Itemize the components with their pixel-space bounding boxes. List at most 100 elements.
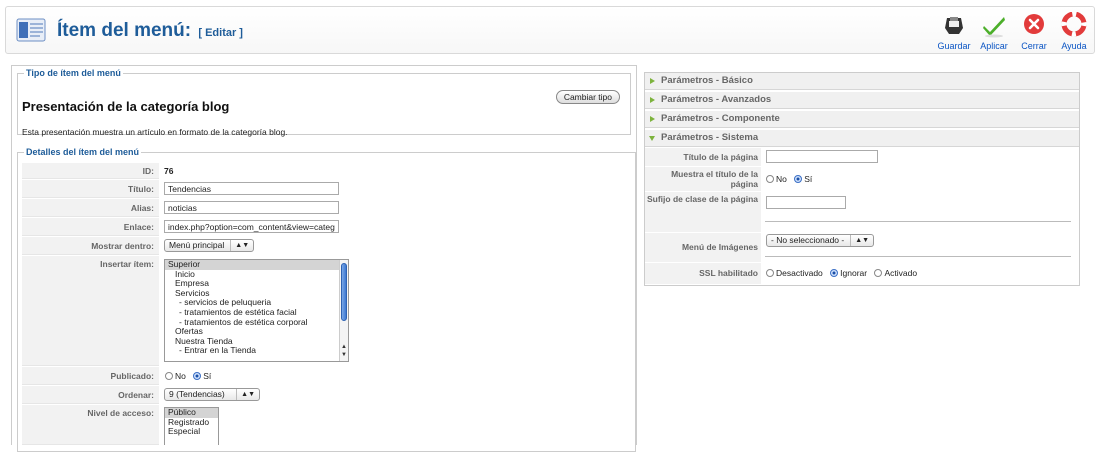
- access-label: Nivel de acceso:: [22, 405, 159, 445]
- menu-value-cell: Menú principal ▲▼: [163, 237, 633, 255]
- select-arrows-icon: ▲▼: [850, 235, 869, 246]
- divider: [765, 256, 1071, 257]
- menu-select[interactable]: Menú principal ▲▼: [164, 239, 255, 252]
- published-row: Publicado: No Sí: [22, 367, 633, 385]
- params-system-title: Parámetros - Sistema: [661, 132, 759, 143]
- list-item[interactable]: - Entrar en la Tienda: [165, 346, 348, 356]
- list-item[interactable]: Especial: [165, 427, 218, 437]
- change-type-button[interactable]: Cambiar tipo: [555, 90, 620, 104]
- insert-value-cell: Superior Inicio Empresa Servicios - serv…: [163, 256, 633, 366]
- select-arrows-icon: ▲▼: [236, 389, 255, 400]
- order-select-value: 9 (Tendencias): [169, 389, 225, 399]
- page-title-text: Ítem del menú:: [57, 20, 192, 41]
- title-label: Título:: [22, 180, 159, 198]
- title-value-cell: Tendencias: [163, 180, 633, 198]
- menu-select-value: Menú principal: [169, 240, 225, 250]
- suffix-row: Sufijo de clase de la página: [645, 192, 1079, 232]
- suffix-label: Sufijo de clase de la página: [645, 192, 761, 232]
- ssl-label: SSL habilitado: [645, 263, 761, 284]
- id-value: 76: [164, 166, 174, 176]
- show-title-no-label: No: [776, 174, 787, 184]
- show-title-row: Muestra el título de la página No Sí: [645, 167, 1079, 191]
- list-scrollbar[interactable]: ▲ ▼: [339, 260, 348, 361]
- help-label: Ayuda: [1061, 41, 1087, 51]
- published-yes-radio[interactable]: [193, 372, 202, 380]
- page-title-value-cell: [765, 148, 1075, 166]
- image-menu-value-cell: - No seleccionado - ▲▼: [765, 233, 1075, 262]
- page-title-row: Título de la página: [645, 148, 1079, 166]
- ssl-options: Desactivado Ignorar Activado: [765, 263, 1075, 284]
- image-menu-label: Menú de Imágenes: [645, 233, 761, 262]
- order-value-cell: 9 (Tendencias) ▲▼: [163, 386, 633, 404]
- expand-triangle-icon: [650, 116, 655, 122]
- access-value-cell: Público Registrado Especial: [163, 405, 633, 445]
- toolbar: Guardar Aplicar Cerrar Ayuda: [934, 10, 1094, 52]
- ssl-ignore-radio[interactable]: [830, 269, 839, 277]
- save-label: Guardar: [937, 41, 971, 51]
- apply-button[interactable]: Aplicar: [974, 10, 1014, 52]
- apply-label: Aplicar: [980, 41, 1008, 51]
- ssl-on-radio[interactable]: [874, 269, 883, 277]
- help-button[interactable]: Ayuda: [1054, 10, 1094, 52]
- published-no-radio[interactable]: [165, 372, 173, 380]
- type-title: Presentación de la categoría blog: [22, 99, 230, 114]
- params-basic-header[interactable]: Parámetros - Básico: [645, 73, 1079, 90]
- link-row: Enlace: index.php?option=com_content&vie…: [22, 218, 633, 236]
- params-component-title: Parámetros - Componente: [661, 113, 780, 124]
- divider: [765, 221, 1071, 222]
- published-no-label: No: [175, 371, 186, 381]
- close-button[interactable]: Cerrar: [1014, 10, 1054, 52]
- page-title: Ítem del menú: [ Editar ]: [57, 20, 243, 42]
- select-arrows-icon: ▲▼: [230, 240, 249, 251]
- link-input[interactable]: index.php?option=com_content&view=categ: [164, 220, 339, 233]
- insert-row: Insertar ítem: Superior Inicio Empresa S…: [22, 256, 633, 366]
- close-icon: [1024, 14, 1044, 34]
- scroll-down-icon[interactable]: ▼: [341, 351, 347, 361]
- params-system-header[interactable]: Parámetros - Sistema: [645, 130, 1079, 147]
- suffix-input[interactable]: [766, 196, 846, 209]
- expand-triangle-icon: [650, 78, 655, 84]
- show-title-label: Muestra el título de la página: [645, 167, 761, 191]
- help-lifebuoy-icon: [1061, 11, 1087, 37]
- image-menu-select[interactable]: - No seleccionado - ▲▼: [766, 234, 875, 247]
- link-value-cell: index.php?option=com_content&view=categ: [163, 218, 633, 236]
- collapse-triangle-icon: [649, 136, 655, 141]
- order-row: Ordenar: 9 (Tendencias) ▲▼: [22, 386, 633, 404]
- ssl-off-radio[interactable]: [766, 269, 774, 277]
- save-icon: [945, 17, 963, 34]
- page-header: Ítem del menú: [ Editar ] Guardar Aplica…: [5, 6, 1095, 54]
- order-select[interactable]: 9 (Tendencias) ▲▼: [164, 388, 260, 401]
- show-title-options: No Sí: [765, 167, 1075, 191]
- type-description: Esta presentación muestra un artículo en…: [22, 127, 288, 137]
- page-title-label: Título de la página: [645, 148, 761, 166]
- access-listbox[interactable]: Público Registrado Especial: [164, 407, 219, 445]
- ssl-on-label: Activado: [884, 268, 918, 278]
- insert-listbox[interactable]: Superior Inicio Empresa Servicios - serv…: [164, 259, 349, 362]
- ssl-row: SSL habilitado Desactivado Ignorar Activ…: [645, 263, 1079, 284]
- access-row: Nivel de acceso: Público Registrado Espe…: [22, 405, 633, 445]
- insert-label: Insertar ítem:: [22, 256, 159, 366]
- alias-row: Alias: noticias: [22, 199, 633, 217]
- image-menu-select-value: - No seleccionado -: [771, 235, 845, 245]
- menu-label: Mostrar dentro:: [22, 237, 159, 255]
- params-component-header[interactable]: Parámetros - Componente: [645, 111, 1079, 128]
- scrollbar-thumb[interactable]: [341, 263, 347, 321]
- parameters-panel: Parámetros - Básico Parámetros - Avanzad…: [644, 72, 1080, 286]
- expand-triangle-icon: [650, 97, 655, 103]
- page-title-input[interactable]: [766, 150, 878, 163]
- type-legend: Tipo de ítem del menú: [24, 68, 123, 78]
- details-fieldset: Detalles del ítem del menú ID: 76 Título…: [17, 147, 636, 452]
- order-label: Ordenar:: [22, 386, 159, 404]
- alias-input[interactable]: noticias: [164, 201, 339, 214]
- save-button[interactable]: Guardar: [934, 10, 974, 52]
- params-advanced-header[interactable]: Parámetros - Avanzados: [645, 92, 1079, 109]
- show-title-yes-radio[interactable]: [794, 175, 803, 183]
- menu-item-icon: [16, 18, 46, 42]
- show-title-no-radio[interactable]: [766, 175, 774, 183]
- image-menu-row: Menú de Imágenes - No seleccionado - ▲▼: [645, 233, 1079, 262]
- alias-label: Alias:: [22, 199, 159, 217]
- page-subtitle: [ Editar ]: [198, 27, 243, 39]
- title-input[interactable]: Tendencias: [164, 182, 339, 195]
- link-label: Enlace:: [22, 218, 159, 236]
- close-label: Cerrar: [1021, 41, 1047, 51]
